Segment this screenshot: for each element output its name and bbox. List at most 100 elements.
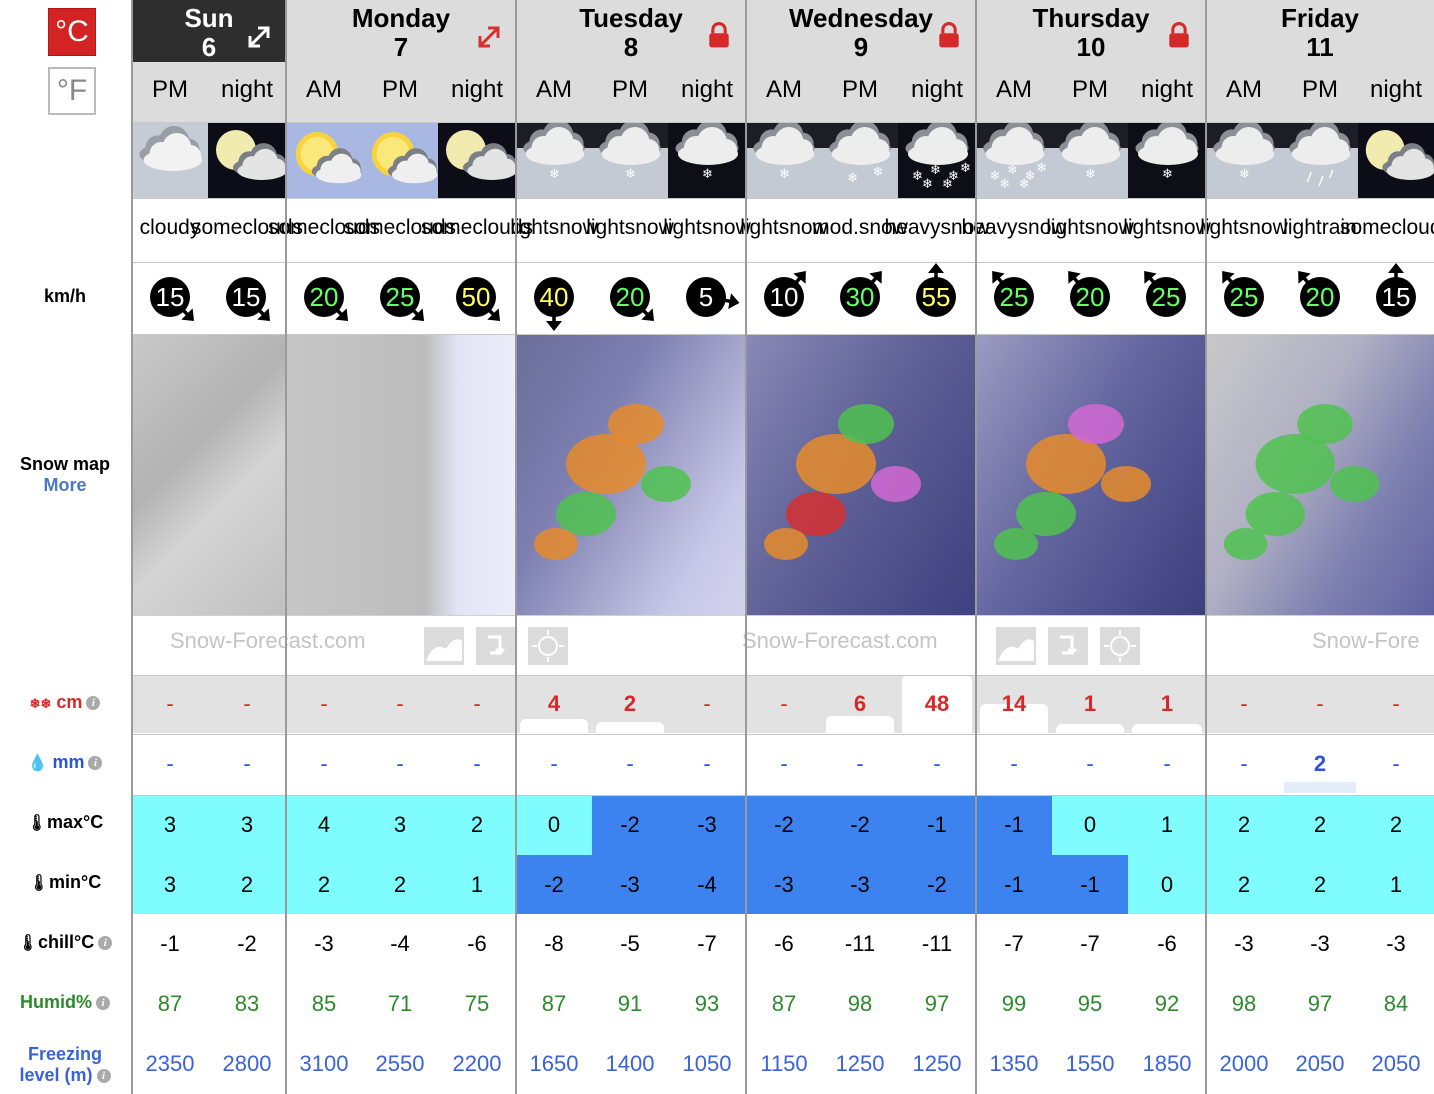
snow-amount: - [320, 691, 328, 716]
freezing-level: 2050 [1295, 1051, 1345, 1076]
wind-arrow-icon: 20 [592, 262, 668, 332]
snow-amount: - [396, 691, 404, 716]
day-name: Sun [184, 3, 234, 33]
max-temp: 2 [1206, 795, 1282, 855]
info-icon[interactable]: i [96, 996, 110, 1011]
row-divider [132, 122, 1434, 123]
svg-text:25: 25 [1230, 282, 1259, 312]
snow-light-night-icon: ❄ [1128, 122, 1206, 198]
snow-drift-icon [424, 627, 464, 665]
max-temp: 2 [1282, 795, 1358, 855]
info-icon[interactable]: i [88, 756, 103, 771]
expand-icon[interactable] [242, 20, 276, 54]
freezing-level: 2000 [1219, 1051, 1269, 1076]
humidity: 97 [1307, 991, 1333, 1016]
snow-amount: 6 [853, 691, 867, 716]
freezing-level: 2550 [375, 1051, 425, 1076]
snow-map-wednesday[interactable] [746, 334, 976, 615]
svg-text:❄: ❄ [847, 171, 858, 186]
info-icon[interactable]: i [96, 1069, 111, 1084]
freeze-row-label: Freezing level (m) i [0, 1044, 130, 1086]
freeze-label-line1: Freezing [27, 1044, 102, 1064]
wind-arrow-icon: 20 [286, 262, 362, 332]
wind-unit-label: km/h [43, 286, 86, 306]
celsius-toggle[interactable]: °C [48, 8, 96, 56]
rain-amount-bar [1284, 782, 1356, 793]
humidity: 83 [234, 991, 260, 1016]
freezing-level: 1250 [912, 1051, 962, 1076]
wind-chill: -6 [467, 931, 487, 956]
rain-unit-label: mm [52, 752, 85, 772]
info-icon[interactable]: i [86, 696, 101, 711]
snow-heavy-icon: ❄ ❄ ❄ ❄ ❄ ❄ [976, 122, 1052, 198]
day-header-wednesday[interactable]: Wednesday 9 [746, 0, 976, 62]
svg-text:❄: ❄ [930, 163, 941, 178]
snow-amount: - [166, 691, 174, 716]
lock-icon[interactable] [932, 20, 966, 54]
summary-word: heavy [961, 216, 1018, 239]
humidity: 97 [924, 991, 950, 1016]
period-label: PM [1282, 62, 1358, 122]
freeze-label-line2: level (m) [19, 1065, 93, 1085]
fahrenheit-toggle[interactable]: °F [48, 67, 96, 115]
humid-unit-label: Humid% [20, 992, 92, 1012]
svg-text:❄: ❄ [960, 161, 971, 176]
day-divider [285, 0, 287, 1094]
wind-chill: -6 [774, 931, 794, 956]
humidity: 99 [1001, 991, 1027, 1016]
wind-chill: -7 [1004, 931, 1024, 956]
day-header-thursday[interactable]: Thursday 10 [976, 0, 1206, 62]
wind-chill: -5 [620, 931, 640, 956]
rain-amount: - [1010, 751, 1018, 776]
chill-unit-label: chill°C [38, 932, 95, 952]
snow-map-monday[interactable] [286, 334, 516, 615]
max-temp: -1 [976, 795, 1052, 855]
wind-arrow-icon: 25 [1128, 262, 1206, 332]
raindrop-icon: 💧 [27, 755, 48, 772]
max-temp: 0 [516, 795, 592, 855]
download-icon [1048, 627, 1088, 665]
snow-map-more-link[interactable]: More [0, 475, 130, 496]
snow-map-friday[interactable] [1206, 334, 1434, 615]
snow-amount: - [1316, 691, 1324, 716]
summary-word: light [1046, 216, 1085, 239]
sun-outline-icon [528, 627, 568, 665]
svg-text:20: 20 [1076, 282, 1105, 312]
wind-arrow-icon: 30 [822, 262, 898, 332]
svg-text:30: 30 [846, 282, 875, 312]
day-number: 11 [1306, 32, 1334, 62]
humidity: 84 [1383, 991, 1409, 1016]
weather-summary: someclouds [421, 198, 533, 258]
day-header-tuesday[interactable]: Tuesday 8 [516, 0, 746, 62]
day-divider [515, 0, 517, 1094]
snow-mod-icon: ❄ ❄ [822, 122, 898, 198]
freezing-level: 1350 [989, 1051, 1039, 1076]
min-unit-label: min°C [49, 872, 102, 892]
rain-amount: - [396, 751, 404, 776]
freezing-level: 2050 [1371, 1051, 1421, 1076]
min-temp: 2 [286, 855, 362, 914]
wind-arrow-icon: 15 [1358, 262, 1434, 332]
period-label: night [208, 62, 286, 122]
day-name: Thursday [1032, 3, 1150, 33]
wind-chill: -11 [844, 931, 876, 956]
day-header-sun[interactable]: Sun 6 [132, 0, 286, 62]
snow-map-sun[interactable] [132, 334, 286, 615]
day-header-monday[interactable]: Monday 7 [286, 0, 516, 62]
lock-icon[interactable] [1162, 20, 1196, 54]
min-temp: 2 [1282, 855, 1358, 914]
day-header-friday[interactable]: Friday 11 [1206, 0, 1434, 62]
humidity: 75 [464, 991, 490, 1016]
freezing-level: 2800 [222, 1051, 272, 1076]
freezing-level: 1250 [835, 1051, 885, 1076]
wind-arrow-icon: 25 [362, 262, 438, 332]
day-divider [131, 0, 133, 1094]
info-icon[interactable]: i [98, 936, 113, 951]
expand-red-icon[interactable] [472, 20, 506, 54]
svg-text:❄: ❄ [1162, 167, 1173, 182]
snow-map-thursday[interactable] [976, 334, 1206, 615]
freezing-level: 3100 [299, 1051, 349, 1076]
lock-icon[interactable] [702, 20, 736, 54]
snow-map-tuesday[interactable] [516, 334, 746, 615]
weather-summary: light snow [1046, 198, 1134, 258]
